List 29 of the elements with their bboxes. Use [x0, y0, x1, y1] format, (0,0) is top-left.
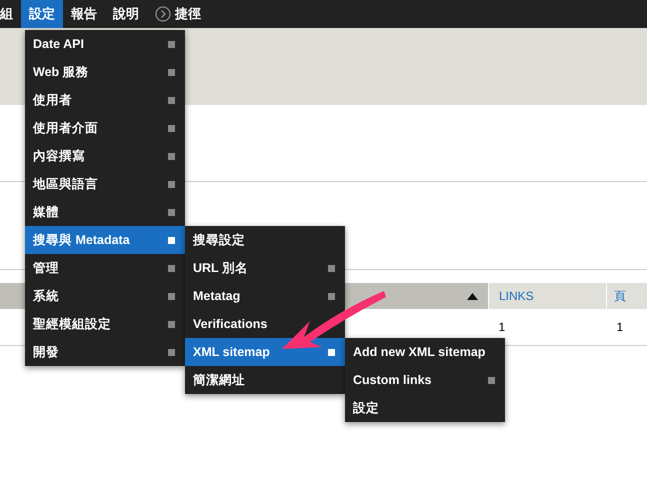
menu-item[interactable]: 內容撰寫 [25, 142, 185, 170]
column-header[interactable]: LINKS [488, 283, 606, 309]
menu-item[interactable]: 系統 [25, 282, 185, 310]
toolbar-item[interactable]: 設定 [21, 0, 63, 28]
toolbar-item[interactable]: 組 [0, 0, 21, 28]
toolbar-item[interactable]: 報告 [63, 0, 105, 28]
toolbar-item[interactable]: 捷徑 [147, 0, 209, 28]
chevron-circle-icon [155, 6, 171, 22]
menu-item[interactable]: 使用者 [25, 86, 185, 114]
menu-item[interactable]: 使用者介面 [25, 114, 185, 142]
toolbar-item[interactable]: 說明 [105, 0, 147, 28]
menu-item[interactable]: 簡潔網址 [185, 366, 345, 394]
menu-item[interactable]: 設定 [345, 394, 505, 422]
menu-item[interactable]: 搜尋設定 [185, 226, 345, 254]
menu-item[interactable]: Metatag [185, 282, 345, 310]
table-cell: 1 [606, 309, 647, 346]
menu-item[interactable]: 管理 [25, 254, 185, 282]
menu-item[interactable]: 開發 [25, 338, 185, 366]
menu-item[interactable]: 媒體 [25, 198, 185, 226]
menu-item[interactable]: Web 服務 [25, 58, 185, 86]
menu-item[interactable]: Verifications [185, 310, 345, 338]
menu-item[interactable]: 地區與語言 [25, 170, 185, 198]
menu-item[interactable]: XML sitemap [185, 338, 345, 366]
menu-item[interactable]: 搜尋與 Metadata [25, 226, 185, 254]
menu-item[interactable]: 聖經模組設定 [25, 310, 185, 338]
menu-item[interactable]: Custom links [345, 366, 505, 394]
menu-item[interactable]: Date API [25, 30, 185, 58]
column-header[interactable]: 頁 [606, 283, 647, 309]
menu-item[interactable]: URL 別名 [185, 254, 345, 282]
